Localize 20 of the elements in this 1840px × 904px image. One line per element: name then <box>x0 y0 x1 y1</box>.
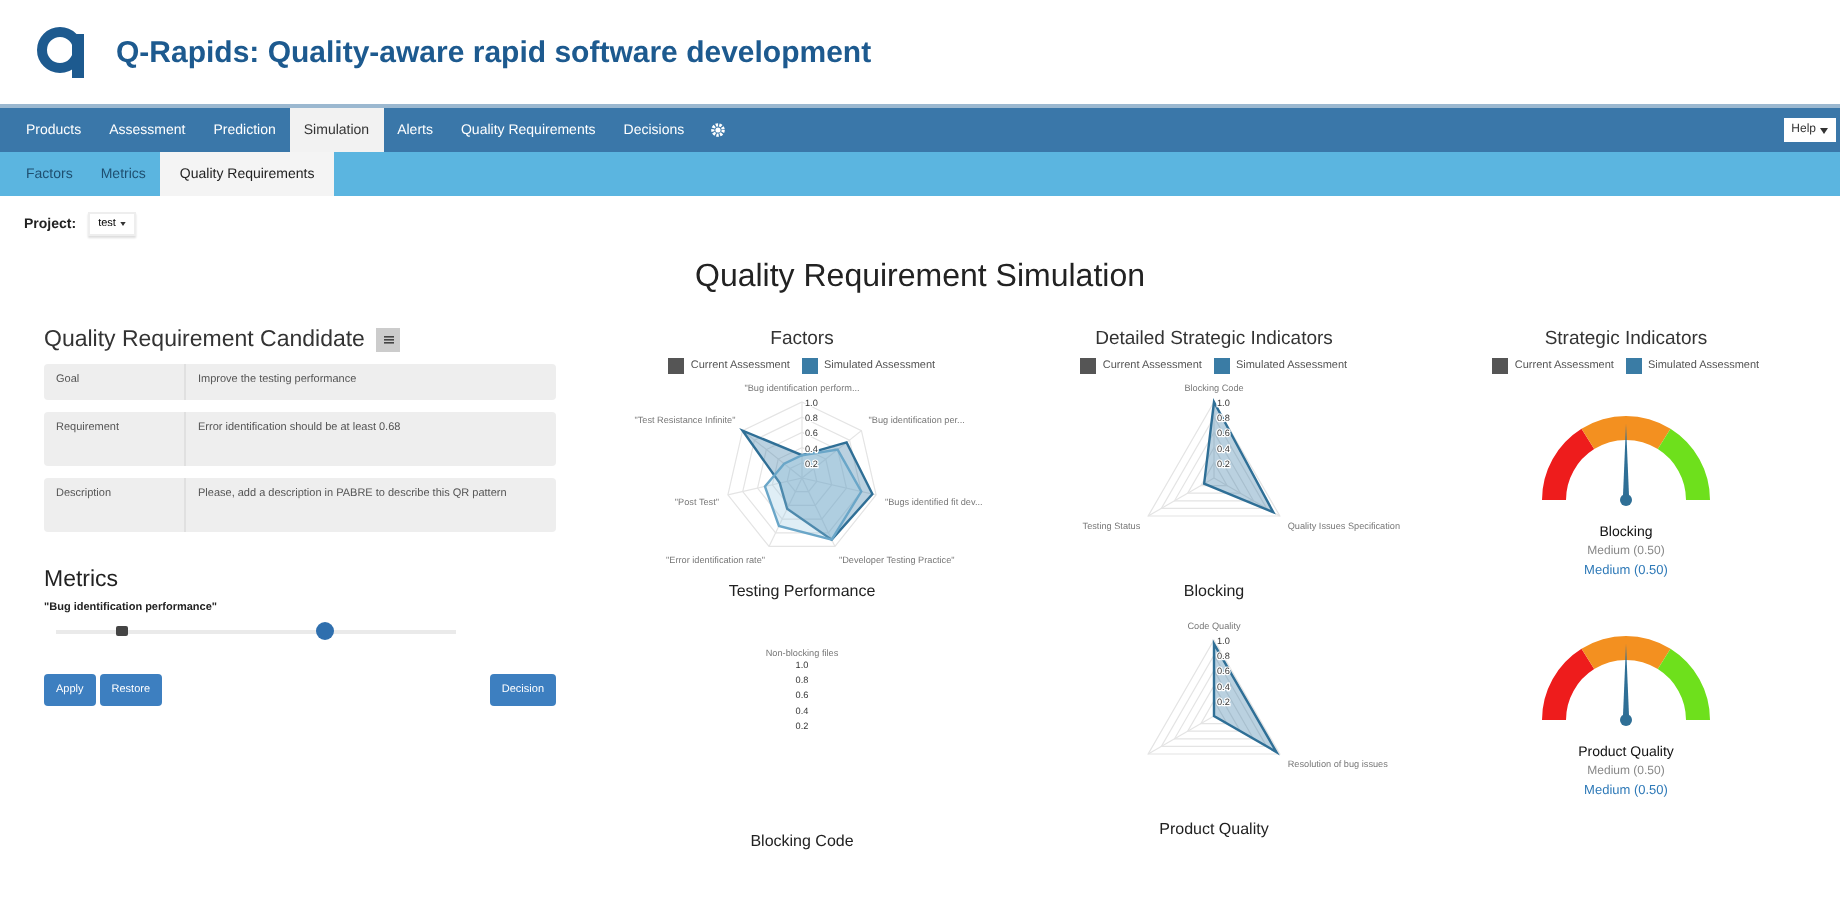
page-title: Quality Requirement Simulation <box>693 260 1147 296</box>
chart-title: Product Quality <box>1159 820 1269 838</box>
settings-icon[interactable] <box>710 122 727 138</box>
section-title: Metrics <box>44 568 121 592</box>
list-button[interactable] <box>376 328 401 352</box>
list-icon <box>383 336 394 344</box>
column-title: Factors <box>770 328 834 350</box>
chart-title: Blocking Code <box>750 832 854 850</box>
column-title: Strategic Indicators <box>1544 328 1708 350</box>
slider-thumb[interactable] <box>316 622 334 640</box>
radar-chart-drawing <box>1147 398 1281 517</box>
radar-chart-drawing <box>1147 638 1281 756</box>
app-title: Q-Rapids: Quality-aware rapid software development <box>116 35 872 69</box>
chart-title: Testing Performance <box>728 582 876 600</box>
current-value-mark <box>116 626 128 636</box>
caret-icon <box>1820 127 1828 133</box>
column-title: Detailed Strategic Indicators <box>1095 328 1333 350</box>
caret-icon <box>119 222 126 226</box>
section-title: Quality Requirement Candidate <box>44 328 365 352</box>
chart-title: Blocking <box>1183 582 1245 600</box>
